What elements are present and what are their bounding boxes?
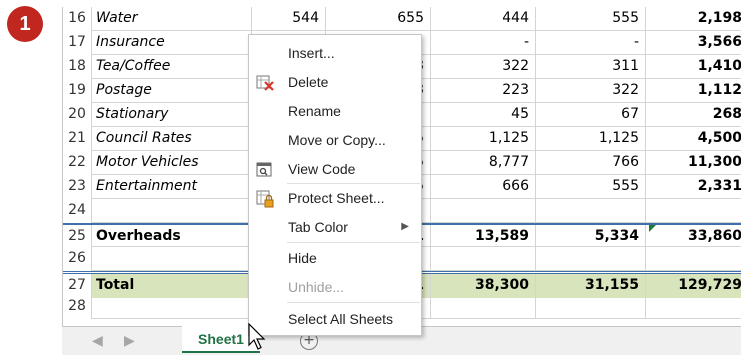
row-header[interactable]: 28 bbox=[63, 295, 92, 319]
menu-item-hide[interactable]: Hide bbox=[249, 244, 421, 272]
menu-separator bbox=[287, 302, 420, 303]
menu-item-label: Delete bbox=[288, 74, 329, 90]
scroll-tabs-left-icon[interactable]: ◀ bbox=[92, 333, 103, 349]
delete-sheet-icon bbox=[256, 73, 274, 91]
view-code-icon bbox=[256, 160, 274, 178]
cell[interactable]: 322 bbox=[536, 79, 646, 103]
cell[interactable]: 311 bbox=[536, 55, 646, 79]
menu-item-tab-color[interactable]: Tab Color ▶ bbox=[249, 213, 421, 241]
cell[interactable]: 223 bbox=[431, 79, 536, 103]
menu-item-label: Hide bbox=[288, 250, 317, 266]
row-header[interactable]: 22 bbox=[63, 151, 92, 175]
step-number-badge: 1 bbox=[7, 6, 43, 42]
cell[interactable]: 45 bbox=[431, 103, 536, 127]
cell-total[interactable] bbox=[646, 199, 741, 223]
cell-label[interactable]: Insurance bbox=[92, 31, 252, 55]
cell[interactable]: 13,589 bbox=[431, 225, 536, 249]
cell-label[interactable]: Water bbox=[92, 7, 252, 31]
cell[interactable]: 766 bbox=[536, 151, 646, 175]
cell-label[interactable]: Overheads bbox=[92, 225, 252, 249]
cell[interactable]: 8,777 bbox=[431, 151, 536, 175]
cell-label[interactable]: Stationary bbox=[92, 103, 252, 127]
cell-total[interactable]: 33,860 bbox=[646, 225, 741, 249]
cell-label[interactable]: Entertainment bbox=[92, 175, 252, 199]
menu-item-insert[interactable]: Insert... bbox=[249, 39, 421, 67]
menu-item-label: Tab Color bbox=[288, 219, 348, 235]
cell[interactable] bbox=[536, 247, 646, 271]
menu-item-view-code[interactable]: View Code bbox=[249, 155, 421, 183]
menu-item-move-or-copy[interactable]: Move or Copy... bbox=[249, 126, 421, 154]
table-row: 16 Water 544 655 444 555 2,198 bbox=[63, 7, 741, 31]
menu-item-rename[interactable]: Rename bbox=[249, 97, 421, 125]
cell-total[interactable] bbox=[646, 295, 741, 319]
cell[interactable]: 1,125 bbox=[431, 127, 536, 151]
cell[interactable]: 555 bbox=[536, 7, 646, 31]
row-header[interactable]: 24 bbox=[63, 199, 92, 223]
cell-total[interactable]: 3,566 bbox=[646, 31, 741, 55]
cell[interactable]: 1,125 bbox=[536, 127, 646, 151]
menu-item-protect-sheet[interactable]: Protect Sheet... bbox=[249, 184, 421, 212]
cell-total[interactable]: 268 bbox=[646, 103, 741, 127]
menu-item-label: Protect Sheet... bbox=[288, 190, 385, 206]
scroll-tabs-right-icon[interactable]: ▶ bbox=[124, 333, 135, 349]
cell-total[interactable]: 2,331 bbox=[646, 175, 741, 199]
cell-label[interactable]: Tea/Coffee bbox=[92, 55, 252, 79]
cell[interactable]: 666 bbox=[431, 175, 536, 199]
menu-item-label: Move or Copy... bbox=[288, 132, 386, 148]
menu-item-label: Select All Sheets bbox=[288, 311, 394, 327]
row-header[interactable]: 18 bbox=[63, 55, 92, 79]
cell[interactable] bbox=[536, 295, 646, 319]
cell[interactable]: 655 bbox=[326, 7, 431, 31]
menu-item-label: Rename bbox=[288, 103, 341, 119]
cell[interactable]: 5,334 bbox=[536, 225, 646, 249]
cell[interactable]: - bbox=[431, 31, 536, 55]
cell-label[interactable]: Council Rates bbox=[92, 127, 252, 151]
cell[interactable] bbox=[431, 247, 536, 271]
cell[interactable] bbox=[536, 199, 646, 223]
row-header[interactable]: 19 bbox=[63, 79, 92, 103]
menu-item-select-all-sheets[interactable]: Select All Sheets bbox=[249, 305, 421, 333]
menu-item-label: View Code bbox=[288, 161, 356, 177]
cell-total[interactable]: 4,500 bbox=[646, 127, 741, 151]
cell[interactable]: 555 bbox=[536, 175, 646, 199]
protect-sheet-icon bbox=[256, 189, 274, 208]
cell-total[interactable] bbox=[646, 247, 741, 271]
cell[interactable] bbox=[431, 295, 536, 319]
menu-item-unhide: Unhide... bbox=[249, 273, 421, 301]
cell-label[interactable]: Postage bbox=[92, 79, 252, 103]
row-header[interactable]: 23 bbox=[63, 175, 92, 199]
cell[interactable]: 322 bbox=[431, 55, 536, 79]
cell[interactable] bbox=[431, 199, 536, 223]
row-header[interactable]: 16 bbox=[63, 7, 92, 31]
sheet-context-menu: Insert... Delete Rename Move or Copy... View… bbox=[248, 34, 422, 336]
row-header[interactable]: 26 bbox=[63, 247, 92, 271]
menu-item-delete[interactable]: Delete bbox=[249, 68, 421, 96]
cell[interactable]: 444 bbox=[431, 7, 536, 31]
mouse-pointer-icon bbox=[248, 323, 266, 350]
row-header[interactable]: 20 bbox=[63, 103, 92, 127]
cell[interactable]: 67 bbox=[536, 103, 646, 127]
row-header[interactable]: 25 bbox=[63, 225, 92, 249]
cell[interactable]: 544 bbox=[252, 7, 326, 31]
cell-label[interactable]: Motor Vehicles bbox=[92, 151, 252, 175]
cell-total[interactable]: 11,300 bbox=[646, 151, 741, 175]
error-indicator-icon bbox=[649, 225, 656, 232]
row-header[interactable]: 17 bbox=[63, 31, 92, 55]
menu-item-label: Insert... bbox=[288, 45, 335, 61]
cell-total[interactable]: 1,410 bbox=[646, 55, 741, 79]
row-header[interactable]: 21 bbox=[63, 127, 92, 151]
cell-label[interactable] bbox=[92, 295, 252, 319]
cell-label[interactable] bbox=[92, 199, 252, 223]
menu-separator bbox=[287, 242, 420, 243]
menu-separator bbox=[287, 183, 420, 184]
submenu-arrow-icon: ▶ bbox=[401, 221, 409, 232]
cell-total[interactable]: 1,112 bbox=[646, 79, 741, 103]
menu-item-label: Unhide... bbox=[288, 279, 345, 295]
cell-total[interactable]: 2,198 bbox=[646, 7, 741, 31]
cell-label[interactable] bbox=[92, 247, 252, 271]
cell[interactable]: - bbox=[536, 31, 646, 55]
